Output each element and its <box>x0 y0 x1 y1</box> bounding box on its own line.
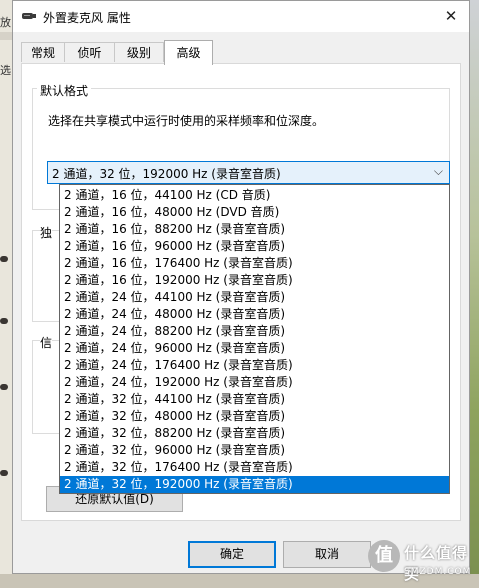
title-bar[interactable]: 外置麦克风 属性 ✕ <box>13 1 469 32</box>
default-format-select[interactable]: 2 通道，32 位，192000 Hz (录音室音质) ⌵ <box>47 161 450 184</box>
microphone-icon <box>22 13 36 19</box>
desktop-gap <box>0 32 12 40</box>
format-option[interactable]: 2 通道，32 位，44100 Hz (录音室音质) <box>60 391 449 408</box>
format-option[interactable]: 2 通道，16 位，176400 Hz (录音室音质) <box>60 255 449 272</box>
format-option[interactable]: 2 通道，32 位，176400 Hz (录音室音质) <box>60 459 449 476</box>
background-window-icon <box>0 384 8 390</box>
format-option[interactable]: 2 通道，32 位，96000 Hz (录音室音质) <box>60 442 449 459</box>
tab-levels[interactable]: 级别 <box>114 42 164 62</box>
background-window-icon <box>0 256 8 262</box>
format-option[interactable]: 2 通道，24 位，176400 Hz (录音室音质) <box>60 357 449 374</box>
format-dropdown-list: 2 通道，16 位，44100 Hz (CD 音质) 2 通道，16 位，4800… <box>59 184 450 494</box>
tab-general[interactable]: 常规 <box>21 42 65 62</box>
desktop-wallpaper-strip <box>470 0 479 588</box>
selected-format: 2 通道，32 位，192000 Hz (录音室音质) <box>52 167 281 181</box>
watermark-subtext: SMZDM.COM <box>404 567 472 577</box>
background-window-text: 放 <box>0 16 11 29</box>
background-window-icon <box>0 318 8 324</box>
format-option[interactable]: 2 通道，24 位，44100 Hz (录音室音质) <box>60 289 449 306</box>
group-title-fragment: 信 <box>40 334 53 351</box>
properties-dialog: 外置麦克风 属性 ✕ 常规 侦听 级别 高级 默认格式 选择在共享模式中运行时使… <box>12 0 470 574</box>
format-option[interactable]: 2 通道，16 位，96000 Hz (录音室音质) <box>60 238 449 255</box>
background-window-text: 选 <box>0 64 11 77</box>
format-option[interactable]: 2 通道，24 位，88200 Hz (录音室音质) <box>60 323 449 340</box>
close-button[interactable]: ✕ <box>433 1 469 32</box>
watermark-text: 什么值得买 <box>404 544 469 583</box>
format-option[interactable]: 2 通道，32 位，192000 Hz (录音室音质) <box>60 476 449 493</box>
format-option[interactable]: 2 通道，24 位，48000 Hz (录音室音质) <box>60 306 449 323</box>
tab-advanced[interactable]: 高级 <box>164 40 213 65</box>
format-option[interactable]: 2 通道，24 位，96000 Hz (录音室音质) <box>60 340 449 357</box>
group-title: 默认格式 <box>37 82 92 99</box>
format-option[interactable]: 2 通道，16 位，192000 Hz (录音室音质) <box>60 272 449 289</box>
watermark: 值 什么值得买 SMZDM.COM <box>368 536 478 586</box>
close-icon: ✕ <box>444 7 458 25</box>
format-option[interactable]: 2 通道，16 位，88200 Hz (录音室音质) <box>60 221 449 238</box>
format-option[interactable]: 2 通道，16 位，44100 Hz (CD 音质) <box>60 187 449 204</box>
tab-listen[interactable]: 侦听 <box>64 42 115 62</box>
group-title-fragment: 独 <box>40 224 53 241</box>
cancel-button[interactable]: 取消 <box>283 541 371 568</box>
watermark-logo-icon: 值 <box>368 540 400 572</box>
format-description: 选择在共享模式中运行时使用的采样频率和位深度。 <box>48 114 325 128</box>
format-option[interactable]: 2 通道，32 位，88200 Hz (录音室音质) <box>60 425 449 442</box>
ok-button[interactable]: 确定 <box>188 541 276 568</box>
format-option[interactable]: 2 通道，32 位，48000 Hz (录音室音质) <box>60 408 449 425</box>
format-option[interactable]: 2 通道，24 位，192000 Hz (录音室音质) <box>60 374 449 391</box>
background-window-icon <box>0 470 8 476</box>
window-title: 外置麦克风 属性 <box>43 11 131 25</box>
format-option[interactable]: 2 通道，16 位，48000 Hz (DVD 音质) <box>60 204 449 221</box>
chevron-down-icon: ⌵ <box>433 164 443 178</box>
